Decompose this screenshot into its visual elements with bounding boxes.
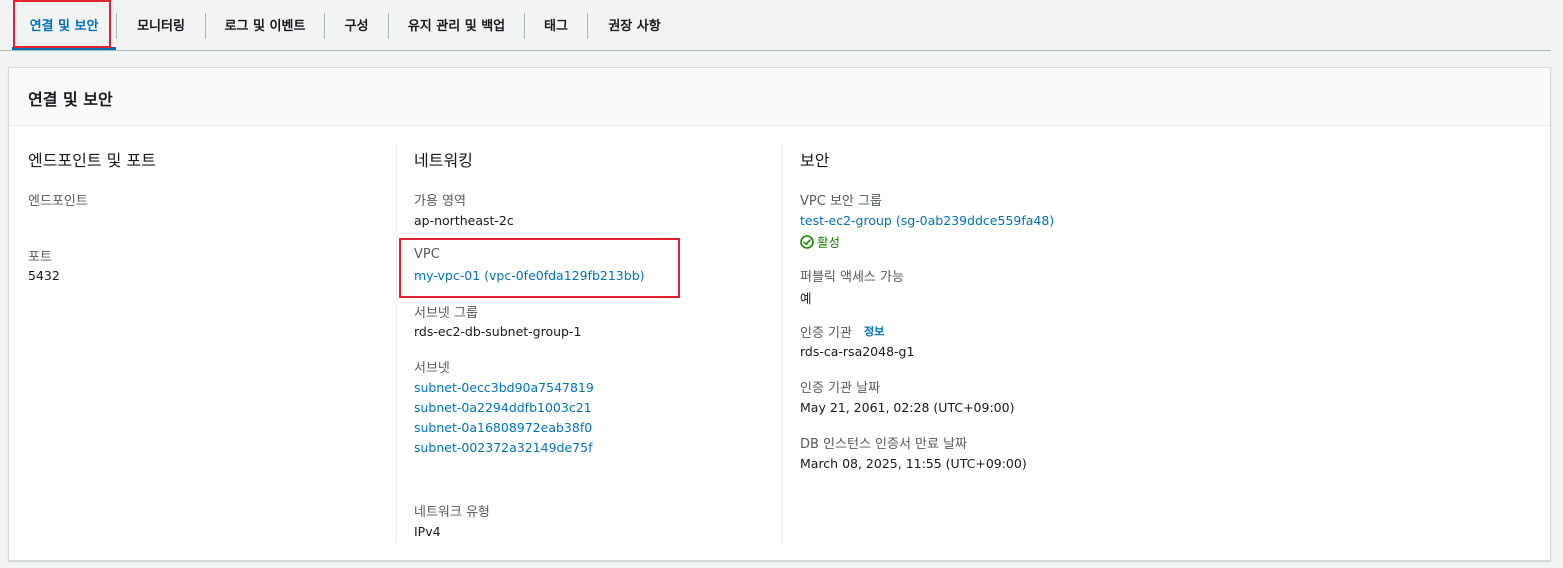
public-access-value: 예 <box>800 291 812 306</box>
subnet-group-value: rds-ec2-db-subnet-group-1 <box>414 324 582 339</box>
column-divider <box>782 143 783 543</box>
port-label: 포트 <box>28 250 52 265</box>
check-circle-icon <box>800 234 814 249</box>
vpc-highlight-box <box>399 238 680 298</box>
subnet-link[interactable]: subnet-0a16808972eab38f0 <box>414 420 592 435</box>
ca-date-label: 인증 기관 날짜 <box>800 381 881 396</box>
public-access-label: 퍼블릭 액세스 가능 <box>800 270 904 285</box>
cert-expiry-label: DB 인스턴스 인증서 만료 날짜 <box>800 437 968 452</box>
cert-expiry-value: March 08, 2025, 11:55 (UTC+09:00) <box>800 456 1027 471</box>
security-group-label: VPC 보안 그룹 <box>800 194 882 209</box>
panel-header: 연결 및 보안 <box>9 68 1550 126</box>
tab-monitoring[interactable]: 모니터링 <box>117 0 205 48</box>
network-type-label: 네트워크 유형 <box>414 505 490 520</box>
ca-info-link[interactable]: 정보 <box>864 323 884 339</box>
subnet-link[interactable]: subnet-0ecc3bd90a7547819 <box>414 380 594 395</box>
port-value: 5432 <box>28 268 60 283</box>
tab-bar: 연결 및 보안 모니터링 로그 및 이벤트 구성 유지 관리 및 백업 태그 권… <box>0 0 1551 51</box>
tab-highlight-box <box>13 0 111 48</box>
subnet-link[interactable]: subnet-002372a32149de75f <box>414 440 592 455</box>
subnet-group-label: 서브넷 그룹 <box>414 306 478 321</box>
network-type-value: IPv4 <box>414 524 441 539</box>
tab-tags[interactable]: 태그 <box>525 0 587 48</box>
certificate-authority-label: 인증 기관 <box>800 326 852 341</box>
ca-date-value: May 21, 2061, 02:28 (UTC+09:00) <box>800 400 1015 415</box>
security-group-status: 활성 <box>800 232 840 251</box>
endpoint-label: 엔드포인트 <box>28 194 88 209</box>
tab-recommendations[interactable]: 권장 사항 <box>588 0 681 48</box>
security-section-title: 보안 <box>800 151 830 170</box>
certificate-authority-value: rds-ca-rsa2048-g1 <box>800 344 915 359</box>
availability-zone-label: 가용 영역 <box>414 194 466 209</box>
panel-title: 연결 및 보안 <box>28 90 113 109</box>
tab-configuration[interactable]: 구성 <box>325 0 388 48</box>
tab-maintenance-backup[interactable]: 유지 관리 및 백업 <box>389 0 524 48</box>
subnets-label: 서브넷 <box>414 361 450 376</box>
availability-zone-value: ap-northeast-2c <box>414 213 514 228</box>
column-divider <box>396 143 397 543</box>
network-section-title: 네트워킹 <box>414 151 473 170</box>
security-group-link[interactable]: test-ec2-group (sg-0ab239ddce559fa48) <box>800 213 1054 228</box>
endpoint-section-title: 엔드포인트 및 포트 <box>28 151 156 170</box>
connectivity-security-panel: 연결 및 보안 엔드포인트 및 포트 엔드포인트 포트 5432 네트워킹 가용… <box>8 67 1551 561</box>
tab-logs-events[interactable]: 로그 및 이벤트 <box>206 0 324 48</box>
status-text: 활성 <box>817 235 841 250</box>
subnet-link[interactable]: subnet-0a2294ddfb1003c21 <box>414 400 592 415</box>
